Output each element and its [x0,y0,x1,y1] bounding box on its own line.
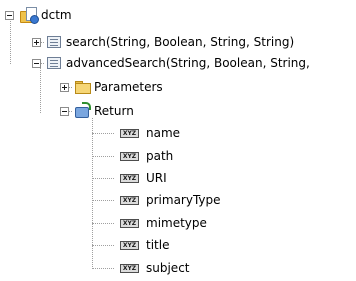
tree-node-label: name [146,126,181,140]
xyz-type-icon: XYZ [120,219,139,228]
tree-line [92,156,114,157]
tree-line [92,268,114,269]
tree-node-label: path [146,149,174,163]
return-icon [75,102,91,118]
tree-line [92,178,114,179]
collapse-toggle[interactable] [32,59,41,68]
tree-line [10,16,11,64]
xyz-type-icon: XYZ [120,241,139,250]
collapse-toggle[interactable] [60,107,69,116]
xyz-type-icon: XYZ [120,196,139,205]
method-icon [47,57,61,69]
expand-toggle[interactable] [60,83,69,92]
tree-line [92,245,114,246]
tree-node-label: primaryType [146,193,221,207]
tree-node-label: subject [146,261,190,275]
folder-icon [75,81,91,94]
tree-node-label: dctm [41,8,72,22]
tree-node-label: Parameters [94,80,163,94]
service-icon [20,6,39,24]
tree-line [92,118,93,269]
tree-node-label: advancedSearch(String, Boolean, String, [66,56,310,70]
xyz-type-icon: XYZ [120,129,139,138]
tree-line [92,133,114,134]
tree-node-label: search(String, Boolean, String, String) [66,35,295,49]
tree-line [40,65,41,113]
tree-line [92,200,114,201]
tree-node-label: URI [146,171,167,185]
tree-node-label: Return [94,104,134,118]
tree-view[interactable]: dctm search(String, Boolean, String, Str… [0,0,356,281]
xyz-type-icon: XYZ [120,174,139,183]
xyz-type-icon: XYZ [120,264,139,273]
tree-node-label: mimetype [146,216,207,230]
tree-line [92,223,114,224]
collapse-toggle[interactable] [5,11,14,20]
tree-node-label: title [146,238,170,252]
xyz-type-icon: XYZ [120,152,139,161]
expand-toggle[interactable] [32,38,41,47]
method-icon [47,36,61,48]
